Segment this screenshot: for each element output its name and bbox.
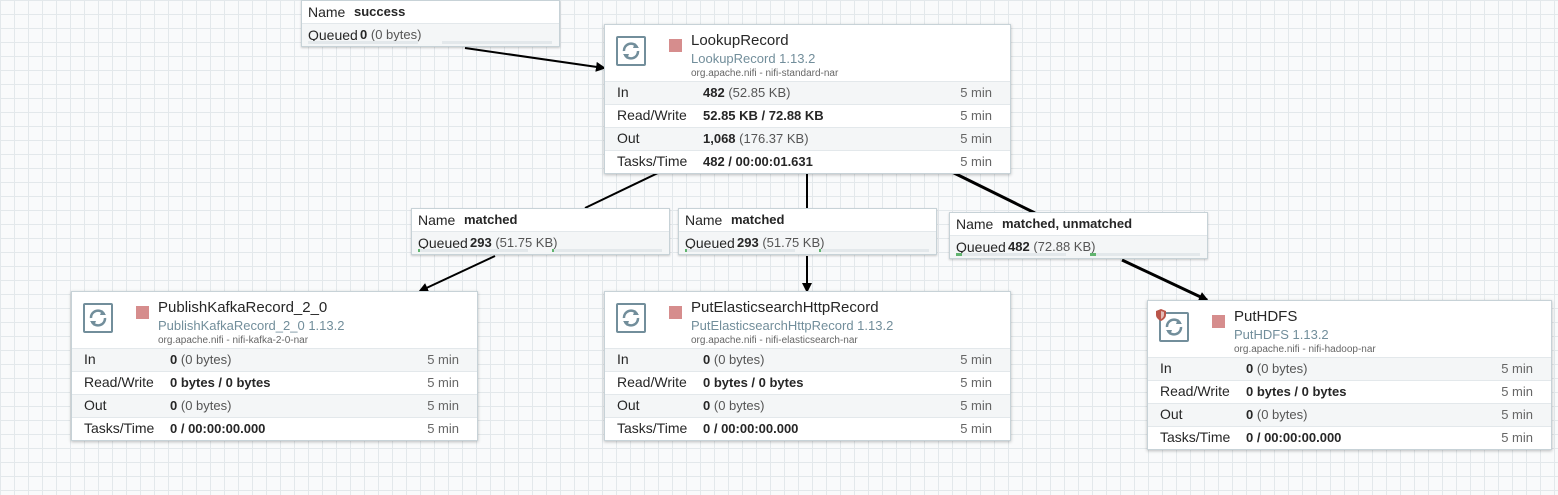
stat-row-read-write: Read/Write 0 bytes / 0 bytes 5 min (1148, 380, 1551, 403)
queue-fill (418, 249, 421, 252)
restricted-shield-icon (1156, 309, 1166, 321)
processor-bundle: org.apache.nifi - nifi-elasticsearch-nar (691, 335, 858, 346)
stat-row-read-write: Read/Write 52.85 KB / 72.88 KB 5 min (605, 104, 1010, 127)
stat-row-in: In 0 (0 bytes) 5 min (1148, 357, 1551, 380)
connection-name-label: Name (418, 212, 456, 228)
connection-name: matched (731, 212, 785, 227)
processor-type: PutHDFS 1.13.2 (1234, 327, 1329, 342)
processor-name: LookupRecord (691, 32, 789, 49)
processor-put-hdfs[interactable]: PutHDFS PutHDFS 1.13.2 org.apache.nifi -… (1147, 300, 1552, 450)
processor-name: PutHDFS (1234, 308, 1298, 325)
queue-size-bar (442, 41, 552, 44)
connection-name-label: Name (308, 4, 346, 20)
connection-matched-kafka[interactable]: Name matched Queued 293 (51.75 KB) (411, 208, 670, 255)
edge-matched-kafka-to-kafka (418, 255, 496, 293)
processor-type: PutElasticsearchHttpRecord 1.13.2 (691, 318, 894, 333)
stat-row-in: In 0 (0 bytes) 5 min (605, 348, 1010, 371)
processor-publish-kafka[interactable]: PublishKafkaRecord_2_0 PublishKafkaRecor… (71, 291, 478, 441)
queue-fill (956, 253, 962, 256)
connection-name: matched (464, 212, 518, 227)
processor-icon (616, 36, 646, 66)
connection-name-label: Name (685, 212, 723, 228)
edge-success-to-lookup (464, 47, 606, 72)
stat-row-in: In 482 (52.85 KB) 5 min (605, 81, 1010, 104)
queue-count-bar (956, 253, 1066, 256)
stat-row-tasks-time: Tasks/Time 0 / 00:00:00.000 5 min (605, 417, 1010, 440)
edge-lookup-to-matched-kafka (584, 171, 661, 209)
queue-count-bar (308, 41, 418, 44)
stop-icon (669, 306, 682, 319)
processor-type: PublishKafkaRecord_2_0 1.13.2 (158, 318, 345, 333)
stat-row-out: Out 0 (0 bytes) 5 min (72, 394, 477, 417)
connection-name: success (354, 4, 406, 19)
processor-bundle: org.apache.nifi - nifi-hadoop-nar (1234, 344, 1376, 355)
connection-matched-elastic[interactable]: Name matched Queued 293 (51.75 KB) (678, 208, 937, 255)
edge-matched-unmatched-to-hdfs (1121, 258, 1209, 302)
processor-icon (616, 303, 646, 333)
queue-fill (819, 249, 822, 252)
queue-count-bar (685, 249, 795, 252)
stat-row-in: In 0 (0 bytes) 5 min (72, 348, 477, 371)
queue-size-bar (1090, 253, 1200, 256)
processor-icon (83, 303, 113, 333)
edge-lookup-to-matched-unmatched (951, 170, 1036, 215)
connection-name-label: Name (956, 216, 994, 232)
connection-name: matched, unmatched (1002, 216, 1133, 231)
processor-name: PutElasticsearchHttpRecord (691, 299, 879, 316)
stat-row-out: Out 0 (0 bytes) 5 min (605, 394, 1010, 417)
queue-size-bar (552, 249, 662, 252)
stat-row-out: Out 0 (0 bytes) 5 min (1148, 403, 1551, 426)
processor-lookup-record[interactable]: LookupRecord LookupRecord 1.13.2 org.apa… (604, 24, 1011, 174)
processor-name: PublishKafkaRecord_2_0 (158, 299, 328, 316)
processor-type: LookupRecord 1.13.2 (691, 51, 816, 66)
stat-row-out: Out 1,068 (176.37 KB) 5 min (605, 127, 1010, 150)
connection-success[interactable]: Name success Queued 0 (0 bytes) (301, 0, 560, 47)
stat-row-tasks-time: Tasks/Time 482 / 00:00:01.631 5 min (605, 150, 1010, 173)
processor-bundle: org.apache.nifi - nifi-kafka-2-0-nar (158, 335, 309, 346)
queue-size-bar (819, 249, 929, 252)
processor-bundle: org.apache.nifi - nifi-standard-nar (691, 68, 839, 79)
queue-fill (1090, 253, 1096, 256)
processor-put-elasticsearch[interactable]: PutElasticsearchHttpRecord PutElasticsea… (604, 291, 1011, 441)
stop-icon (1212, 315, 1225, 328)
queue-count-bar (418, 249, 528, 252)
stat-row-read-write: Read/Write 0 bytes / 0 bytes 5 min (72, 371, 477, 394)
stat-row-tasks-time: Tasks/Time 0 / 00:00:00.000 5 min (1148, 426, 1551, 449)
stop-icon (669, 39, 682, 52)
connection-matched-unmatched[interactable]: Name matched, unmatched Queued 482 (72.8… (949, 212, 1208, 259)
stat-row-tasks-time: Tasks/Time 0 / 00:00:00.000 5 min (72, 417, 477, 440)
queue-fill (552, 249, 555, 252)
stat-row-read-write: Read/Write 0 bytes / 0 bytes 5 min (605, 371, 1010, 394)
queue-fill (685, 249, 688, 252)
stop-icon (136, 306, 149, 319)
